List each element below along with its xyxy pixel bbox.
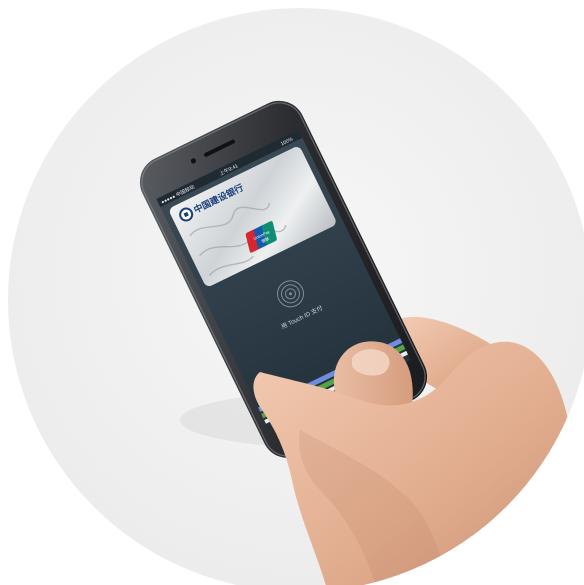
apple-pay-photo: ●●●●● 中国移动 上午9:41 100% 中国建设银行 UnionPay 银… xyxy=(8,8,584,585)
thumbnail xyxy=(352,349,390,376)
photo-stage: ●●●●● 中国移动 上午9:41 100% 中国建设银行 UnionPay 银… xyxy=(0,0,584,585)
